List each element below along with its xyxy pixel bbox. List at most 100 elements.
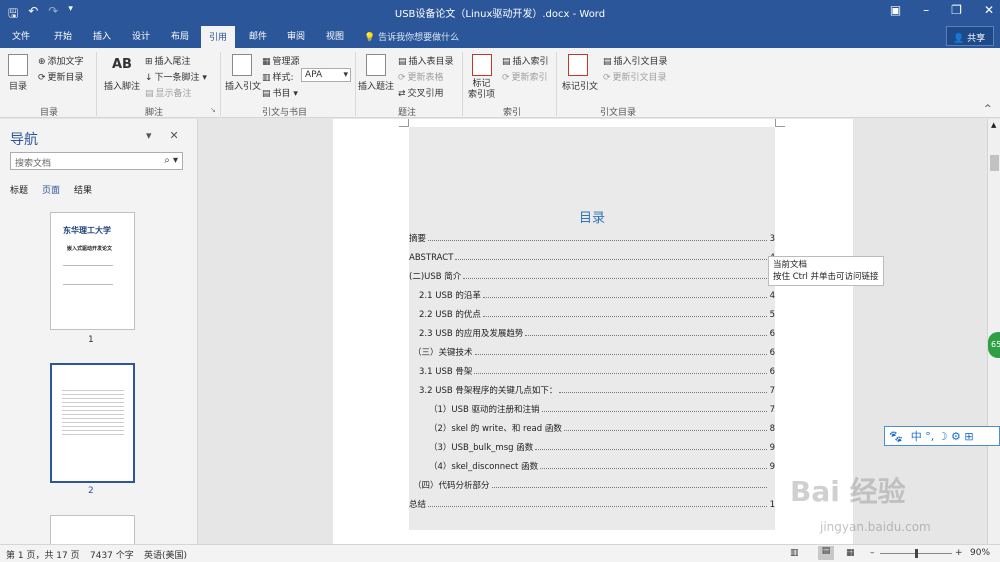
separator [96, 52, 97, 116]
separator [220, 52, 221, 116]
scroll-up-icon[interactable]: ▲ [991, 121, 996, 129]
mark-entry-icon [472, 54, 492, 76]
insert-citation-button[interactable]: 插入引文 [225, 79, 261, 92]
toc-entry[interactable]: 2.3 USB 的应用及发展趋势 6 [409, 325, 775, 339]
cross-reference-button[interactable]: ⇄ 交叉引用 [398, 86, 444, 100]
manage-sources-button[interactable]: ▦ 管理源 [262, 54, 300, 68]
bibliography-button[interactable]: ▤ 书目 ▾ [262, 86, 298, 100]
update-index-button[interactable]: ⟳ 更新索引 [502, 70, 548, 84]
document-page[interactable]: 目录 摘要 3 ABSTRACT4 (二)USB 简介4 2.1 USB 的沿革 4 2.2… [333, 119, 853, 544]
nav-options-icon[interactable]: ▾ [146, 129, 152, 142]
toc-entry[interactable]: 摘要 3 [409, 230, 775, 244]
toc-entry[interactable]: （四）代码分析部分 [409, 477, 775, 491]
toc-entry[interactable]: ABSTRACT4 [409, 249, 775, 263]
toc-entry[interactable]: （1）USB 驱动的注册和注销 7 [409, 401, 775, 415]
restore-icon[interactable]: ❐ [951, 3, 962, 17]
print-layout-icon[interactable]: ▤ [818, 546, 834, 560]
zoom-in-icon[interactable]: + [955, 548, 963, 558]
toc-entry-page: 7 [769, 386, 775, 396]
lightbulb-icon: 💡 [364, 33, 379, 43]
toa-icon: ▤ [603, 56, 612, 67]
toc-leader-dots [563, 430, 767, 431]
show-notes-icon: ▤ [145, 88, 154, 99]
close-icon[interactable]: ✕ [170, 129, 179, 142]
toc-entry[interactable]: 2.2 USB 的优点 5 [409, 306, 775, 320]
page-thumbnail-2[interactable] [50, 363, 135, 483]
mark-citation-button[interactable]: 标记引文 [562, 79, 598, 92]
insert-endnote-button[interactable]: ⊞ 插入尾注 [145, 54, 191, 68]
dialog-launcher-icon[interactable]: ↘ [210, 106, 216, 114]
insert-index-button[interactable]: ▤ 插入索引 [502, 54, 549, 68]
share-button[interactable]: 👤 共享 [946, 26, 994, 46]
ime-toolbar[interactable]: 🐾 中 °, ☽ ⚙ ⊞ [884, 426, 1000, 446]
insert-caption-button[interactable]: 插入题注 [358, 79, 394, 92]
tab-mailings[interactable]: 邮件 [249, 29, 267, 42]
toc-entry-text: 2.3 USB 的应用及发展趋势 [419, 329, 524, 339]
update-toc-button[interactable]: ⟳ 更新目录 [38, 70, 84, 84]
insert-footnote-button[interactable]: 插入脚注 [104, 79, 140, 92]
group-footnotes-label: 脚注 [145, 108, 164, 118]
toc-leader-dots [428, 506, 767, 507]
read-mode-icon[interactable]: ▥ [790, 548, 799, 558]
web-layout-icon[interactable]: ▦ [846, 548, 855, 558]
language[interactable]: 英语(美国) [144, 548, 187, 561]
zoom-out-icon[interactable]: – [870, 548, 875, 558]
toc-entry[interactable]: 3.1 USB 骨架 6 [409, 363, 775, 377]
toc-leader-dots [428, 240, 767, 241]
toc-entry[interactable]: 3.2 USB 骨架程序的关键几点如下： 7 [409, 382, 775, 396]
page-thumbnail-3[interactable] [50, 515, 135, 545]
scrollbar-thumb[interactable] [990, 155, 999, 171]
style-label: ▥ 样式: [262, 72, 294, 84]
update-table-button[interactable]: ⟳ 更新表格 [398, 70, 444, 84]
tab-view[interactable]: 视图 [326, 29, 344, 42]
page-thumbnail-1[interactable]: 东华理工大学 嵌入式驱动开发论文 [50, 212, 135, 330]
ribbon-display-icon[interactable]: ▣ [890, 3, 901, 17]
toc-button[interactable]: 目录 [9, 79, 27, 92]
update-toa-button[interactable]: ⟳ 更新引文目录 [603, 70, 667, 84]
zoom-level[interactable]: 90% [970, 548, 990, 558]
thumb-info-lines [63, 265, 113, 285]
word-count[interactable]: 7437 个字 [90, 548, 134, 561]
tab-references[interactable]: 引用 [201, 26, 236, 48]
collapse-ribbon-icon[interactable]: ^ [984, 104, 992, 114]
nav-tab-pages[interactable]: 页面 [42, 183, 60, 196]
toc-entry-text: （四）代码分析部分 [413, 481, 490, 491]
floating-badge[interactable]: 65 [988, 332, 1000, 358]
toc-entry-text: 摘要 [409, 234, 427, 244]
toc-entry[interactable]: （三）关键技术 6 [409, 344, 775, 358]
toc-entry[interactable]: 总结 1 [409, 496, 775, 510]
insert-tof-button[interactable]: ▤ 插入表目录 [398, 54, 454, 68]
close-icon[interactable]: ✕ [984, 3, 994, 17]
tab-insert[interactable]: 插入 [93, 29, 111, 42]
tab-design[interactable]: 设计 [132, 29, 150, 42]
toc-entry[interactable]: 2.1 USB 的沿革 4 [409, 287, 775, 301]
nav-tab-headings[interactable]: 标题 [10, 183, 28, 196]
search-icon[interactable]: ⌕ ▾ [164, 155, 178, 166]
tab-review[interactable]: 审阅 [287, 29, 305, 42]
next-footnote-button[interactable]: ↓ 下一条脚注 ▾ [145, 70, 207, 84]
nav-search-input[interactable]: 搜索文档 ⌕ ▾ [10, 152, 183, 170]
style-dropdown[interactable]: APA ▾ [301, 68, 351, 82]
show-notes-button[interactable]: ▤ 显示备注 [145, 86, 192, 100]
page-info[interactable]: 第 1 页，共 17 页 [6, 548, 80, 561]
zoom-slider-knob[interactable] [915, 549, 918, 558]
tab-file[interactable]: 文件 [12, 29, 30, 42]
toc-entry[interactable]: （3）USB_bulk_msg 函数 9 [409, 439, 775, 453]
minimize-icon[interactable]: – [923, 3, 929, 17]
zoom-slider[interactable] [880, 549, 952, 558]
toc-entry-page: 4 [769, 291, 775, 301]
chevron-down-icon: ▾ [343, 70, 348, 80]
tab-layout[interactable]: 布局 [171, 29, 189, 42]
tell-me-box[interactable]: 💡 告诉我你想要做什么 [364, 30, 459, 43]
toc-entry[interactable]: （2）skel 的 write、和 read 函数 8 [409, 420, 775, 434]
toc-block[interactable]: 目录 摘要 3 ABSTRACT4 (二)USB 简介4 2.1 USB 的沿革 4 2.2… [409, 127, 775, 530]
mark-entry-button[interactable]: 标记 索引项 [468, 79, 495, 101]
tab-home[interactable]: 开始 [54, 29, 72, 42]
toc-entry[interactable]: （4）skel_disconnect 函数 9 [409, 458, 775, 472]
toc-entry[interactable]: (二)USB 简介4 [409, 268, 775, 282]
toc-entry-page: 9 [769, 443, 775, 453]
nav-tab-results[interactable]: 结果 [74, 183, 92, 196]
add-text-button[interactable]: ⊕ 添加文字 [38, 54, 84, 68]
group-citations-label: 引文与书目 [262, 108, 308, 118]
insert-toa-button[interactable]: ▤ 插入引文目录 [603, 54, 668, 68]
